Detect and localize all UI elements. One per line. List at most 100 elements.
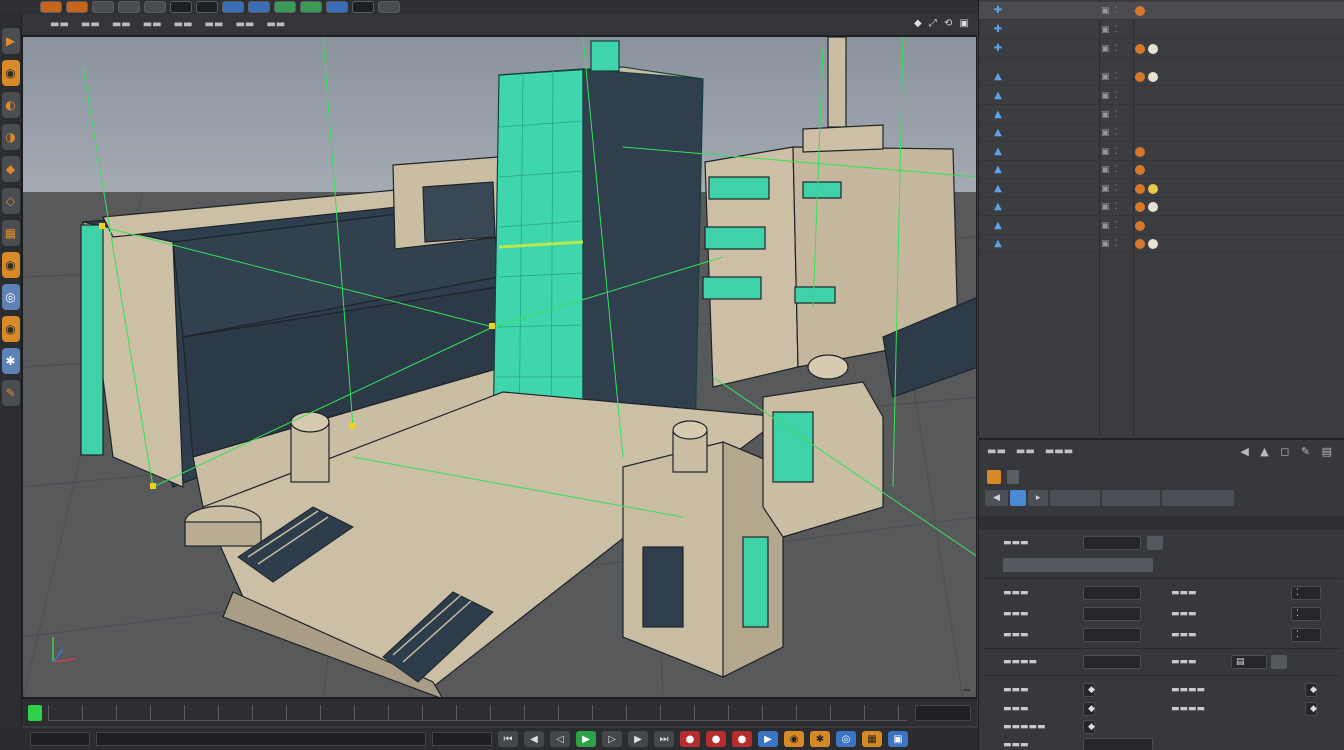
param-toggle[interactable]: ◆ (1305, 702, 1317, 716)
workplane-icon[interactable]: ◉ (1, 316, 20, 342)
material-tag-icon[interactable] (1135, 5, 1145, 16)
viewport-menu-view[interactable]: ▬▬ (50, 19, 69, 30)
key-pla-icon[interactable]: ▦ (862, 731, 882, 747)
locking-icon[interactable]: ✱ (1, 348, 20, 374)
material-tag-icon[interactable] (1148, 183, 1158, 194)
axis-mode-icon[interactable]: ◉ (1, 252, 20, 278)
object-row[interactable]: ▲ ▣ ⁚ (979, 124, 1344, 142)
object-row[interactable]: ✚ ▣ ⁚ (979, 21, 1344, 39)
object-flags[interactable]: ▣ ⁚ (1101, 110, 1118, 120)
tab-phong[interactable] (1102, 490, 1161, 506)
snap-icon[interactable]: ◎ (1, 284, 20, 310)
material-tag-icon[interactable] (1135, 201, 1145, 212)
object-row[interactable]: ▲ ▣ ⁚ (979, 161, 1344, 179)
material-tag-icon[interactable] (1135, 71, 1145, 82)
param-button[interactable] (1271, 655, 1287, 669)
render-icon[interactable] (66, 1, 88, 13)
param-toggle[interactable]: ◆ (1083, 702, 1095, 716)
rotate-tool-icon[interactable] (118, 1, 140, 13)
frame-range-slider[interactable] (96, 732, 426, 746)
param-field[interactable] (1083, 628, 1141, 642)
undo-icon[interactable] (40, 1, 62, 13)
spline-icon[interactable] (248, 1, 270, 13)
key-param-icon[interactable]: ◎ (836, 731, 856, 747)
wide-action-button[interactable] (1003, 558, 1153, 572)
object-row[interactable]: ▲ ▣ ⁚ (979, 198, 1344, 216)
object-flags[interactable]: ▣ ⁚ (1101, 91, 1118, 101)
tab-back[interactable]: ◀ (985, 490, 1008, 506)
camera-icon[interactable] (326, 1, 348, 13)
material-tag-icon[interactable] (1135, 43, 1145, 54)
start-frame-field[interactable] (30, 732, 90, 746)
object-row[interactable]: ✚ ▣ ⁚ (979, 2, 1344, 20)
material-tag-icon[interactable] (1148, 71, 1158, 82)
play-icon[interactable]: ▶ (576, 731, 596, 747)
key-scale-icon[interactable]: ✱ (810, 731, 830, 747)
viewport-menu-display[interactable]: ▬▬ (112, 19, 131, 30)
record-icon[interactable]: ● (680, 731, 700, 747)
viewport-menu-prorender[interactable]: ▬▬ (235, 19, 254, 30)
live-select-icon[interactable]: ◉ (1, 60, 20, 86)
material-tag-icon[interactable] (1135, 146, 1145, 157)
object-flags[interactable]: ▣ ⁚ (1101, 184, 1118, 194)
material-tag-icon[interactable] (1148, 238, 1158, 249)
mode-button[interactable] (1147, 536, 1163, 550)
object-row[interactable]: ▲ ▣ ⁚ (979, 235, 1344, 253)
param-field[interactable]: ⁚ (1291, 607, 1321, 621)
material-tag-icon[interactable] (1135, 220, 1145, 231)
move-tool-icon[interactable] (92, 1, 114, 13)
first-frame-icon[interactable]: ⏮ (498, 731, 518, 747)
viewport-menu-extra[interactable]: ▬▬ (266, 19, 285, 30)
viewport-menu-panel[interactable]: ▬▬ (205, 19, 224, 30)
next-key-icon[interactable]: ▶ (628, 731, 648, 747)
param-toggle[interactable]: ◆ (1083, 720, 1095, 734)
polygons-mode-icon[interactable]: ▦ (1, 220, 20, 246)
material-tag-icon[interactable] (1148, 43, 1158, 54)
viewport-menu-filter[interactable]: ▬▬ (174, 19, 193, 30)
object-flags[interactable]: ▣ ⁚ (1101, 202, 1118, 212)
param-field[interactable]: ▤ (1231, 655, 1267, 669)
generator-icon[interactable] (274, 1, 296, 13)
render-view-icon[interactable] (196, 1, 218, 13)
sculpt-icon[interactable]: ✎ (1, 380, 20, 406)
deformer-icon[interactable] (300, 1, 322, 13)
object-flags[interactable]: ▣ ⁚ (1101, 221, 1118, 231)
autokey-icon[interactable]: ● (706, 731, 726, 747)
attribute-lock-icon[interactable] (1007, 470, 1019, 484)
object-mode-icon[interactable]: ◑ (1, 124, 20, 150)
tab-basic[interactable] (1009, 490, 1026, 506)
material-tag-icon[interactable] (1135, 164, 1145, 175)
param-field[interactable] (1083, 607, 1141, 621)
points-mode-icon[interactable]: ◆ (1, 156, 20, 182)
object-row[interactable]: ▲ ▣ ⁚ (979, 143, 1344, 161)
viewport-menu-options[interactable]: ▬▬ (143, 19, 162, 30)
material-tag-icon[interactable] (1135, 238, 1145, 249)
attribute-mode-icon[interactable] (987, 470, 1001, 484)
viewport-menu-cameras[interactable]: ▬▬ (81, 19, 100, 30)
keyframe-selection-icon[interactable]: ● (732, 731, 752, 747)
tab-object[interactable] (1050, 490, 1101, 506)
current-frame-field[interactable] (915, 705, 971, 721)
param-dropdown[interactable] (1083, 655, 1141, 669)
object-flags[interactable]: ▣ ⁚ (1101, 147, 1118, 157)
attr-menu-mode[interactable]: ▬▬ (987, 446, 1006, 462)
key-position-icon[interactable]: ▶ (758, 731, 778, 747)
end-frame-field[interactable] (432, 732, 492, 746)
scale-tool-icon[interactable] (144, 1, 166, 13)
mode-dropdown[interactable] (1083, 536, 1141, 550)
light-icon[interactable] (352, 1, 374, 13)
object-flags[interactable]: ▣ ⁚ (1101, 165, 1118, 175)
material-tag-icon[interactable] (1148, 201, 1158, 212)
next-frame-icon[interactable]: ▷ (602, 731, 622, 747)
object-flags[interactable]: ▣ ⁚ (1101, 44, 1118, 54)
motion-icon[interactable]: ▣ (888, 731, 908, 747)
object-flags[interactable]: ▣ ⁚ (1101, 6, 1118, 16)
object-row[interactable]: ▲ ▣ ⁚ (979, 180, 1344, 198)
last-frame-icon[interactable]: ⏭ (654, 731, 674, 747)
param-field[interactable] (1083, 586, 1141, 600)
object-flags[interactable]: ▣ ⁚ (1101, 128, 1118, 138)
param-toggle[interactable]: ◆ (1083, 683, 1095, 697)
timeline-start-marker[interactable] (28, 705, 42, 721)
param-field[interactable]: ⁚ (1291, 586, 1321, 600)
film-icon[interactable] (170, 1, 192, 13)
